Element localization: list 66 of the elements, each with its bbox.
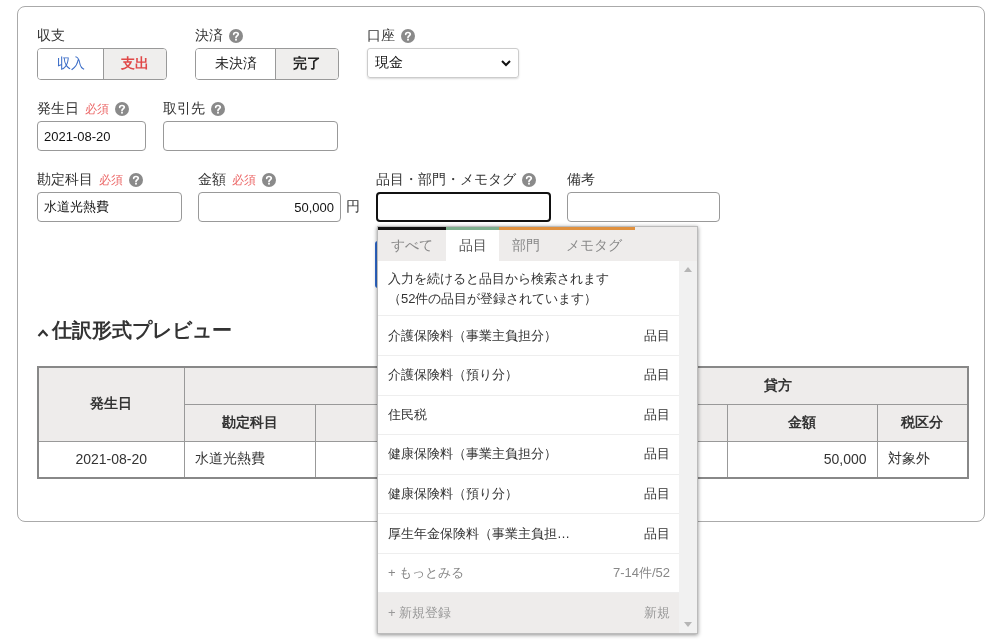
field-label: 決済 [195,27,223,45]
item-name: 住民税 [388,405,427,424]
item-type: 品目 [644,405,670,424]
item-type: 品目 [644,485,670,503]
item-type: 品目 [644,366,670,385]
item-type: 品目 [644,524,670,543]
help-icon[interactable] [262,173,276,187]
required-label: 必須 [85,100,109,118]
input-field[interactable] [163,121,338,151]
field-label: 勘定科目 [37,171,93,189]
help-icon[interactable] [211,102,225,116]
item-name: 健康保険料（事業主負担分） [388,445,557,464]
required-label: 必須 [232,171,256,189]
date-header: 発生日 [38,367,184,441]
suggestion-item[interactable]: 介護保険料（預り分） 品目 [378,356,679,396]
suggestion-item[interactable]: 健康保険料（預り分） 品目 [378,474,679,515]
more-label: + もっとみる [388,564,465,583]
tax-header: 税区分 [877,404,968,441]
item-name: 厚生年金保険料（事業主負担… [388,524,570,543]
help-icon[interactable] [401,29,415,43]
help-icon[interactable] [115,102,129,116]
item-name: 健康保険料（預り分） [388,485,518,503]
new-tag: 新規 [644,604,670,623]
item-type: 品目 [644,326,670,345]
unit-label: 円 [346,198,360,216]
suggestion-item[interactable]: 厚生年金保険料（事業主負担… 品目 [378,514,679,554]
field-label: 取引先 [163,100,205,118]
field-label: 発生日 [37,100,79,118]
input-field[interactable]: 2021-08-20 [37,121,146,151]
suggestion-item[interactable]: 健康保険料（事業主負担分） 品目 [378,435,679,475]
select-value: 現金 [375,54,403,72]
scroll-down-icon[interactable] [684,622,692,627]
hint-text: （52件の品目が登録されています） [388,290,599,308]
required-label: 必須 [99,171,123,189]
chevron-down-icon [501,59,511,67]
suggestion-item[interactable]: 住民税 品目 [378,395,679,436]
result-count: 7-14件/52 [612,564,670,583]
section-title: 仕訳形式プレビュー [52,317,232,343]
field-label: 品目・部門・メモタグ [376,171,516,189]
chevron-up-icon[interactable] [37,329,49,337]
account-select[interactable]: 現金 [367,48,519,78]
field-label: 収支 [37,27,65,45]
action-button[interactable] [375,241,378,288]
field-label: 備考 [567,171,595,189]
input-field[interactable]: 水道光熱費 [37,192,182,222]
amount-header: 金額 [727,404,877,441]
field-label: 口座 [367,27,395,45]
field-label: 金額 [198,171,226,189]
scrollbar[interactable] [679,261,697,633]
filter-tab[interactable]: 品目 [446,227,499,261]
input-field[interactable] [567,192,720,222]
account-header: 勘定科目 [184,404,315,441]
input-field[interactable] [376,192,551,222]
input-field[interactable]: 50,000 [198,192,341,222]
hint-text: 入力を続けると品目から検索されます [388,270,610,288]
help-icon[interactable] [129,173,143,187]
create-label: + 新規登録 [388,604,452,623]
help-icon[interactable] [229,29,243,43]
item-name: 介護保険料（預り分） [388,366,518,385]
toggle-option[interactable]: 完了 [275,49,338,79]
item-name: 介護保険料（事業主負担分） [388,326,557,345]
help-icon[interactable] [522,173,536,187]
suggestion-item[interactable]: 介護保険料（事業主負担分） 品目 [378,316,679,357]
item-type: 品目 [644,445,670,464]
scroll-up-icon[interactable] [684,267,692,272]
show-more-item[interactable]: + もっとみる 7-14件/52 [378,553,679,594]
